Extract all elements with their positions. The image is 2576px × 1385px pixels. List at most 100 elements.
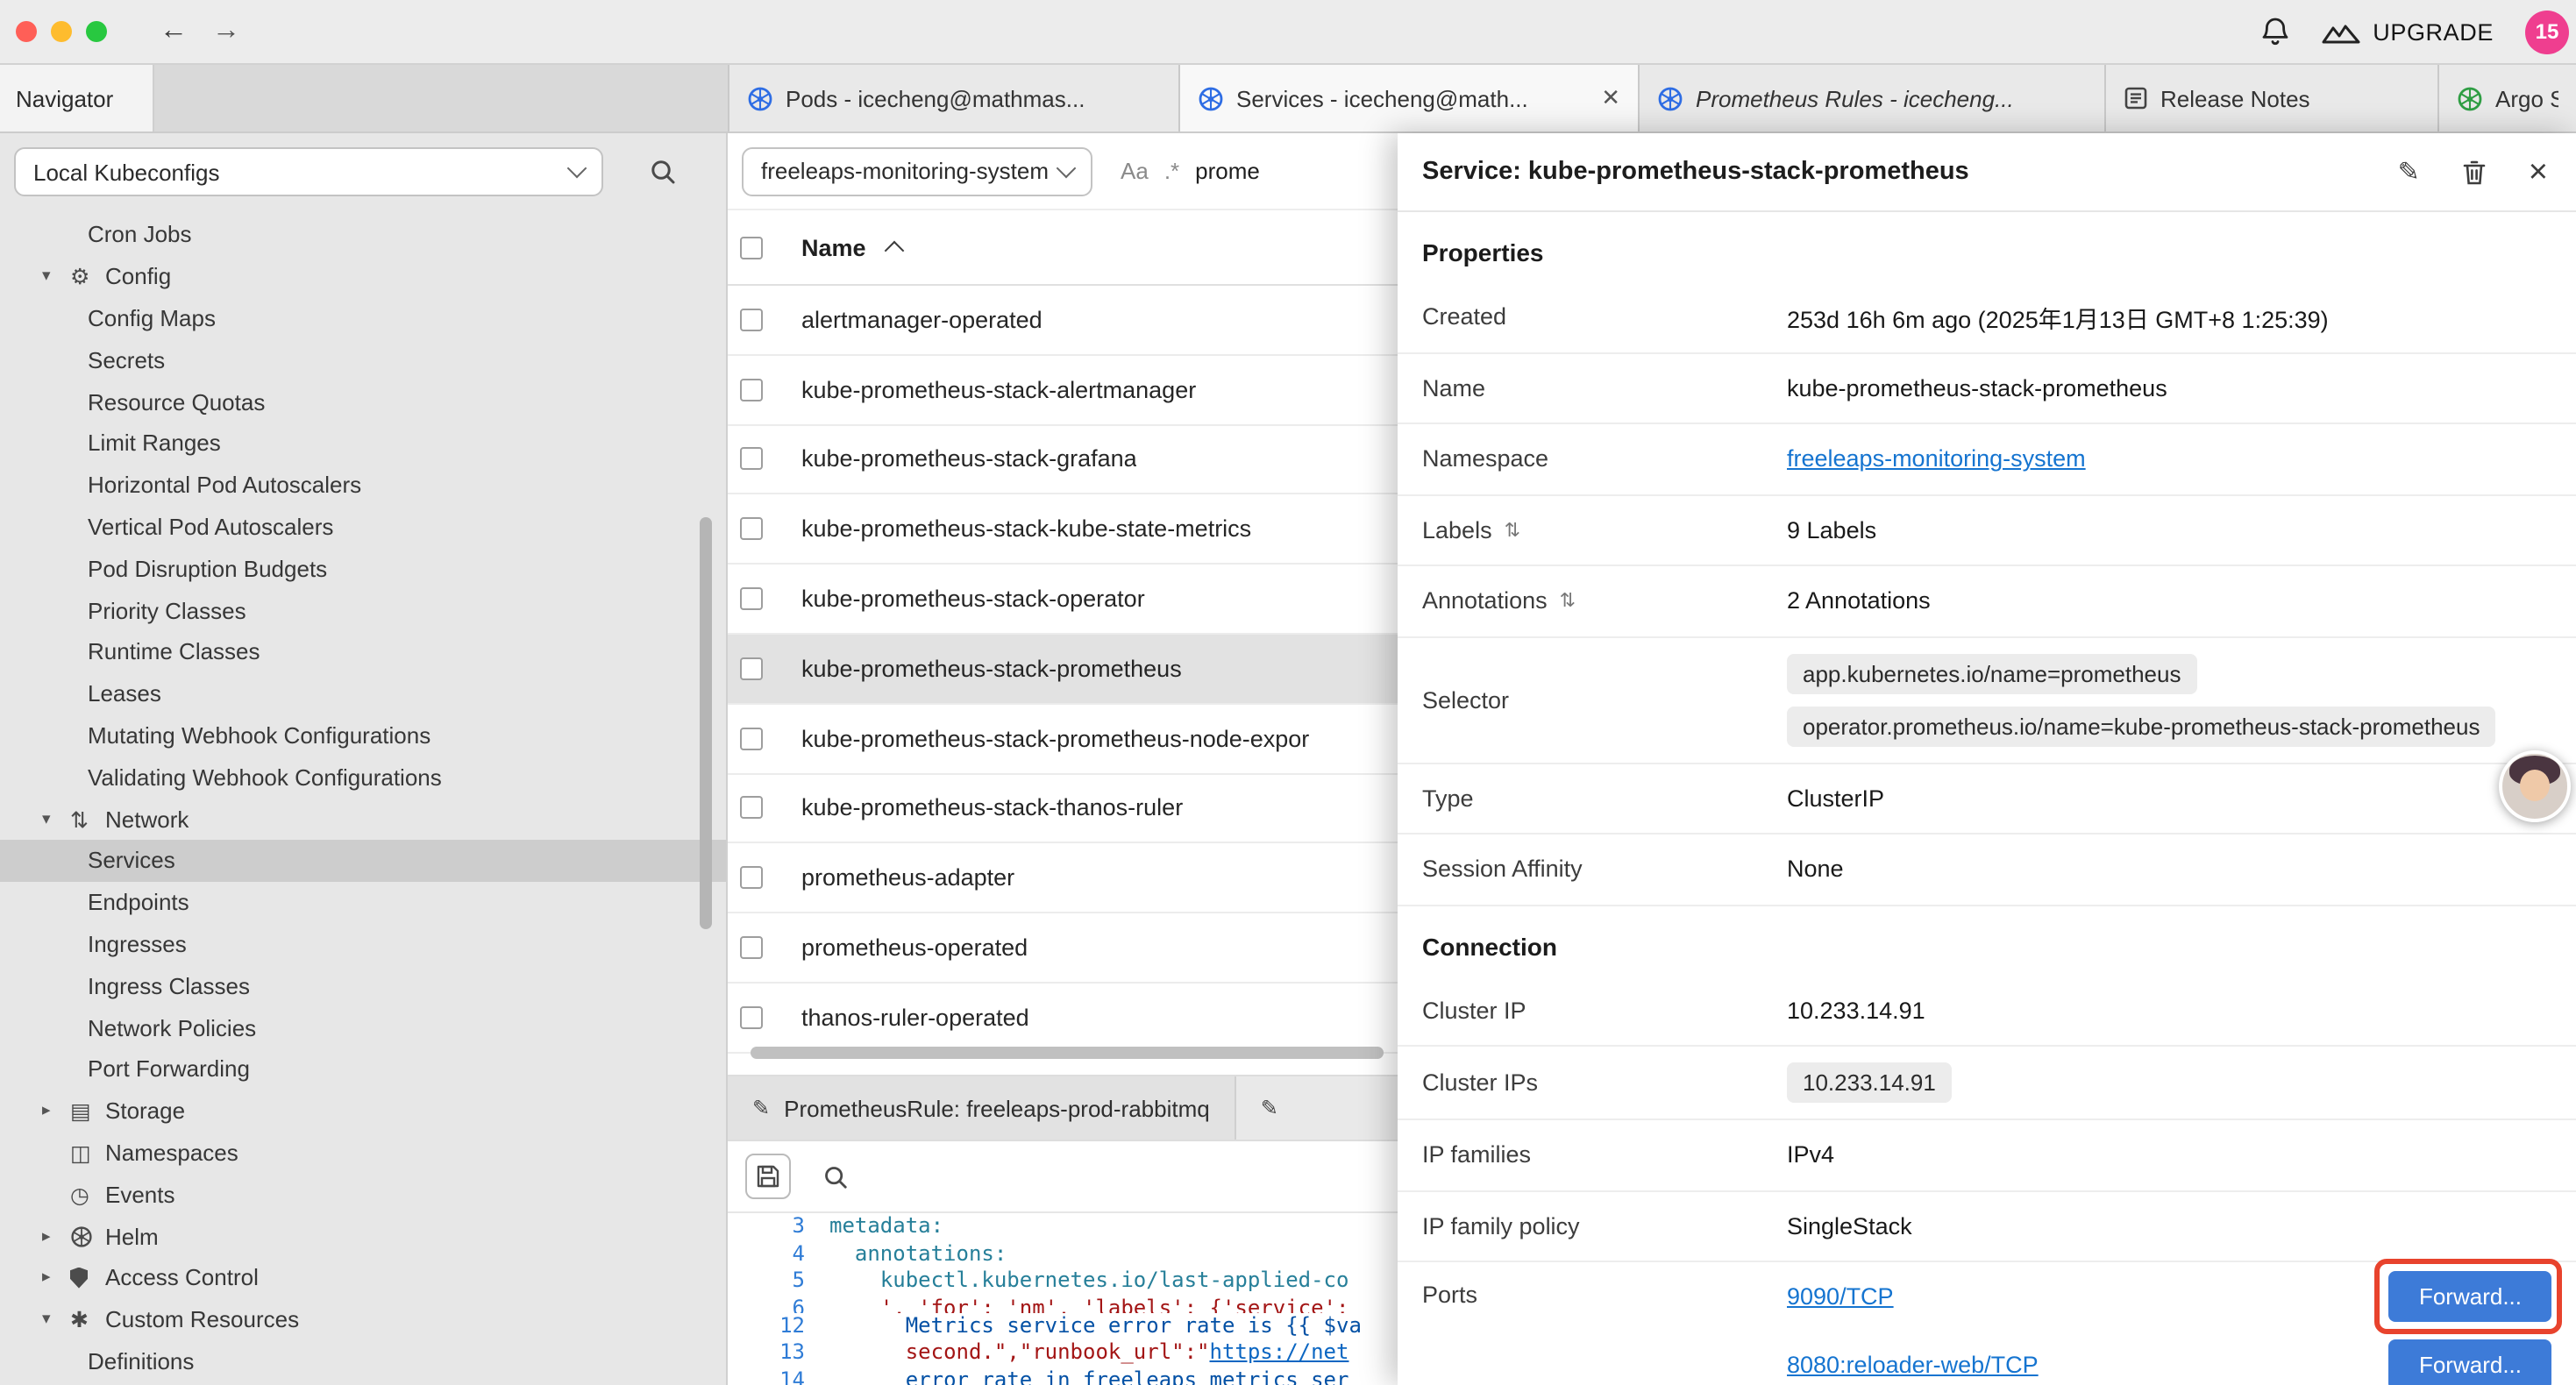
forward-button[interactable]: Forward...: [2389, 1271, 2551, 1322]
property-value: 9 Labels: [1787, 517, 2576, 543]
tab-prometheus-rules-icecheng[interactable]: Prometheus Rules - icecheng...: [1640, 65, 2106, 131]
navigator-panel-tab[interactable]: Navigator: [0, 65, 154, 131]
sidebar-item-network[interactable]: ▾⇅Network: [0, 798, 726, 840]
close-tab-icon[interactable]: ✕: [1601, 84, 1620, 112]
table-row[interactable]: alertmanager-operated: [728, 286, 1398, 356]
kubeconfig-select[interactable]: Local Kubeconfigs: [14, 147, 603, 196]
forward-button[interactable]: Forward...: [2389, 1339, 2551, 1385]
zoom-window-button[interactable]: [86, 21, 107, 42]
row-checkbox[interactable]: [740, 936, 763, 959]
table-header[interactable]: Name: [728, 210, 1398, 286]
table-row[interactable]: kube-prometheus-stack-operator: [728, 565, 1398, 635]
sidebar-item-port-forwarding[interactable]: Port Forwarding: [0, 1048, 726, 1090]
port-link[interactable]: 8080:reloader-web/TCP: [1787, 1352, 2039, 1378]
sidebar-item-priority-classes[interactable]: Priority Classes: [0, 589, 726, 631]
sidebar-item-ingress-classes[interactable]: Ingress Classes: [0, 965, 726, 1007]
minimize-window-button[interactable]: [51, 21, 72, 42]
notifications-bell-icon[interactable]: [2260, 16, 2290, 47]
row-checkbox[interactable]: [740, 518, 763, 541]
dock-tab-prometheusrule[interactable]: ✎ PrometheusRule: freeleaps-prod-rabbitm…: [728, 1076, 1236, 1140]
property-value: 2 Annotations: [1787, 588, 2576, 614]
row-checkbox[interactable]: [740, 587, 763, 610]
user-avatar[interactable]: [2499, 750, 2571, 822]
row-checkbox[interactable]: [740, 448, 763, 471]
match-case-toggle[interactable]: Aa: [1121, 158, 1149, 184]
k8s-blue-icon: [1198, 85, 1224, 111]
namespace-link[interactable]: freeleaps-monitoring-system: [1787, 446, 2086, 472]
sidebar-item-horizontal-pod-autoscalers[interactable]: Horizontal Pod Autoscalers: [0, 465, 726, 507]
yaml-editor[interactable]: 3metadata:4 annotations:5 kubectl.kubern…: [728, 1213, 1398, 1385]
dock-tab-next[interactable]: ✎: [1236, 1076, 1398, 1140]
back-button[interactable]: ←: [160, 18, 188, 46]
expand-toggle-icon[interactable]: ⇅: [1505, 519, 1520, 542]
sidebar-item-pod-disruption-budgets[interactable]: Pod Disruption Budgets: [0, 548, 726, 590]
sidebar-item-namespaces[interactable]: ◫Namespaces: [0, 1132, 726, 1174]
table-row[interactable]: kube-prometheus-stack-prometheus-node-ex…: [728, 705, 1398, 775]
row-checkbox[interactable]: [740, 727, 763, 749]
horizontal-scrollbar[interactable]: [751, 1047, 1384, 1059]
editor-line: 3metadata:: [728, 1213, 1398, 1240]
row-checkbox[interactable]: [740, 867, 763, 890]
regex-toggle[interactable]: .*: [1164, 158, 1179, 184]
sidebar-item-cron-jobs[interactable]: Cron Jobs: [0, 214, 726, 256]
sidebar-item-access-control[interactable]: ▸Access Control: [0, 1257, 726, 1299]
sidebar-item-vertical-pod-autoscalers[interactable]: Vertical Pod Autoscalers: [0, 506, 726, 548]
close-drawer-button[interactable]: ×: [2529, 155, 2548, 188]
tab-pods-icecheng-mathmas[interactable]: Pods - icecheng@mathmas...: [729, 65, 1180, 131]
sidebar-item-helm[interactable]: ▸Helm: [0, 1215, 726, 1257]
port-link[interactable]: 9090/TCP: [1787, 1283, 1894, 1310]
forward-button[interactable]: →: [212, 18, 240, 46]
sidebar-search-icon[interactable]: [649, 158, 677, 186]
tab-services-icecheng-math[interactable]: Services - icecheng@math...✕: [1180, 65, 1640, 131]
sidebar-item-resource-quotas[interactable]: Resource Quotas: [0, 380, 726, 423]
sidebar-item-label: Definitions: [88, 1348, 194, 1374]
edit-service-button[interactable]: ✎: [2398, 156, 2420, 188]
sidebar-item-mutating-webhook-configurations[interactable]: Mutating Webhook Configurations: [0, 714, 726, 756]
name-column-header[interactable]: Name: [801, 234, 866, 260]
table-row[interactable]: kube-prometheus-stack-thanos-ruler: [728, 774, 1398, 844]
sidebar-item-ingresses[interactable]: Ingresses: [0, 923, 726, 965]
sidebar-item-label: Ingresses: [88, 931, 187, 957]
close-window-button[interactable]: [16, 21, 37, 42]
row-checkbox[interactable]: [740, 797, 763, 820]
sidebar-item-endpoints[interactable]: Endpoints: [0, 882, 726, 924]
editor-search-icon[interactable]: [822, 1163, 849, 1190]
sidebar-item-definitions[interactable]: Definitions: [0, 1340, 726, 1382]
sidebar-item-services[interactable]: Services: [0, 840, 726, 882]
value-badge: 10.233.14.91: [1787, 1062, 1952, 1103]
sidebar-item-config-maps[interactable]: Config Maps: [0, 297, 726, 339]
sidebar-item-leases[interactable]: Leases: [0, 673, 726, 715]
delete-service-button[interactable]: [2462, 159, 2487, 185]
row-checkbox[interactable]: [740, 378, 763, 401]
sidebar-item-events[interactable]: ◷Events: [0, 1174, 726, 1216]
resource-tree: Cron Jobs▾⚙ConfigConfig MapsSecretsResou…: [0, 214, 726, 1382]
table-row[interactable]: kube-prometheus-stack-grafana: [728, 425, 1398, 495]
tab-release-notes[interactable]: Release Notes: [2106, 65, 2439, 131]
resource-search-input[interactable]: Aa .* prome: [1121, 158, 1260, 184]
row-checkbox[interactable]: [740, 657, 763, 680]
sidebar-scrollbar[interactable]: [700, 517, 712, 929]
table-row[interactable]: thanos-ruler-operated: [728, 984, 1398, 1054]
table-row[interactable]: kube-prometheus-stack-alertmanager: [728, 356, 1398, 426]
table-row[interactable]: prometheus-operated: [728, 913, 1398, 984]
sidebar-item-validating-webhook-configuration[interactable]: Validating Webhook Configurations: [0, 756, 726, 799]
sidebar-item-storage[interactable]: ▸▤Storage: [0, 1090, 726, 1132]
sidebar-item-limit-ranges[interactable]: Limit Ranges: [0, 423, 726, 465]
sidebar-item-network-policies[interactable]: Network Policies: [0, 1006, 726, 1048]
sidebar-item-secrets[interactable]: Secrets: [0, 339, 726, 381]
table-row[interactable]: kube-prometheus-stack-kube-state-metrics: [728, 495, 1398, 565]
sidebar-item-custom-resources[interactable]: ▾✱Custom Resources: [0, 1298, 726, 1340]
expand-toggle-icon[interactable]: ⇅: [1560, 590, 1576, 613]
upgrade-button[interactable]: UPGRADE: [2322, 18, 2494, 45]
table-row[interactable]: kube-prometheus-stack-prometheus: [728, 635, 1398, 705]
tab-argo-se[interactable]: Argo Se: [2439, 65, 2576, 131]
select-all-checkbox[interactable]: [740, 236, 763, 259]
namespace-select[interactable]: freeleaps-monitoring-system: [742, 146, 1092, 195]
notification-count-badge[interactable]: 15: [2525, 10, 2569, 53]
table-row[interactable]: prometheus-adapter: [728, 844, 1398, 914]
sidebar-item-config[interactable]: ▾⚙Config: [0, 256, 726, 298]
row-checkbox[interactable]: [740, 309, 763, 331]
sidebar-item-runtime-classes[interactable]: Runtime Classes: [0, 631, 726, 673]
save-button[interactable]: [745, 1154, 791, 1199]
row-checkbox[interactable]: [740, 1006, 763, 1029]
